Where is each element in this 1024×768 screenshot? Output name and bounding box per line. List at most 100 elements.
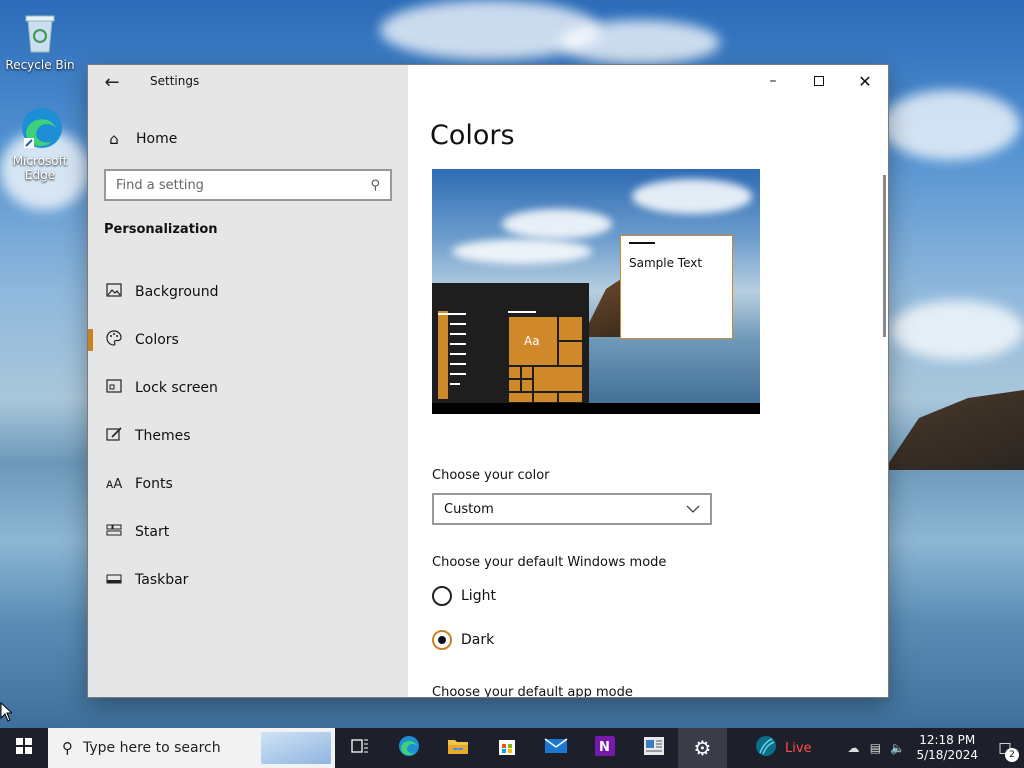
desktop-icon-recycle-bin[interactable]: Recycle Bin <box>2 8 78 72</box>
window-title: Settings <box>150 74 200 88</box>
taskbar-search-placeholder: Type here to search <box>83 740 221 756</box>
taskbar-onenote[interactable]: N <box>580 728 629 768</box>
sidebar-item-label: Fonts <box>135 476 173 492</box>
taskbar: ⚲ Type here to search N ⚙ Live ☁ ▤ 🔈 12:… <box>0 728 1024 768</box>
taskbar-search-box[interactable]: ⚲ Type here to search <box>48 728 335 768</box>
search-placeholder: Find a setting <box>116 177 204 193</box>
preview-tile <box>558 316 583 341</box>
taskbar-mail[interactable] <box>531 728 580 768</box>
taskbar-clock[interactable]: 12:18 PM 5/18/2024 <box>916 733 978 763</box>
sidebar-item-label: Themes <box>135 428 191 444</box>
preview-menu-line <box>450 383 460 385</box>
preview-cloud <box>502 209 612 239</box>
search-highlight-image <box>261 732 331 764</box>
preview-tile <box>508 366 521 379</box>
font-icon: ᴀA <box>105 476 123 492</box>
search-icon: ⚲ <box>62 739 73 757</box>
radio-dark[interactable]: Dark <box>432 630 494 650</box>
edge-icon <box>398 735 420 761</box>
maximize-icon <box>814 76 824 86</box>
sidebar-item-background[interactable]: Background <box>88 268 408 316</box>
home-link[interactable]: ⌂ Home <box>104 127 177 151</box>
edge-icon <box>16 104 64 152</box>
settings-window: ← Settings ⌂ Home Find a setting ⚲ Perso… <box>88 65 888 697</box>
preview-menu-line <box>450 353 466 355</box>
section-title: Personalization <box>104 222 218 237</box>
search-icon: ⚲ <box>370 177 380 193</box>
close-button[interactable]: ✕ <box>842 65 888 97</box>
desktop-icon-label: Recycle Bin <box>5 58 75 72</box>
network-icon[interactable]: ▤ <box>864 741 886 755</box>
page-title: Colors <box>430 120 515 151</box>
preview-tile <box>533 366 583 392</box>
preview-tile <box>521 379 533 392</box>
chevron-down-icon <box>686 502 700 516</box>
settings-icon: ⚙ <box>693 736 712 760</box>
find-setting-input[interactable]: Find a setting ⚲ <box>104 169 392 201</box>
preview-cloud <box>632 179 752 214</box>
file-explorer-icon <box>447 737 469 759</box>
preview-menu-line <box>450 363 466 365</box>
preview-tile <box>508 392 533 403</box>
volume-muted-icon[interactable]: 🔈 <box>886 741 908 755</box>
sidebar-item-themes[interactable]: Themes <box>88 412 408 460</box>
sky-cloud <box>890 300 1024 360</box>
choose-color-dropdown[interactable]: Custom <box>432 493 712 525</box>
preview-menu-line <box>450 373 466 375</box>
sidebar-item-start[interactable]: Start <box>88 508 408 556</box>
sidebar-item-colors[interactable]: Colors <box>88 316 408 364</box>
sidebar-item-label: Taskbar <box>135 572 189 588</box>
settings-main-pane: – ✕ Colors Aa Sample Text Choose your co… <box>408 65 888 697</box>
clock-time: 12:18 PM <box>919 733 976 747</box>
sidebar-item-lock-screen[interactable]: Lock screen <box>88 364 408 412</box>
preview-menu-line <box>508 311 536 313</box>
svg-text:N: N <box>599 740 610 755</box>
notification-count: 2 <box>1005 748 1019 762</box>
sky-cloud <box>880 90 1020 160</box>
preview-cloud <box>452 239 592 264</box>
preview-menu-line <box>438 313 466 315</box>
globe-icon <box>755 735 777 761</box>
radio-light[interactable]: Light <box>432 586 496 606</box>
taskbar-edge[interactable] <box>384 728 433 768</box>
desktop-icon-edge[interactable]: Microsoft Edge <box>2 104 78 182</box>
news-icon <box>643 736 665 760</box>
start-button[interactable] <box>0 728 48 768</box>
live-news-widget[interactable]: Live <box>755 735 812 761</box>
windows-logo-icon <box>16 738 32 758</box>
choose-color-label: Choose your color <box>432 468 550 483</box>
recycle-bin-icon <box>16 8 64 56</box>
task-view-button[interactable] <box>335 728 384 768</box>
maximize-button[interactable] <box>796 65 842 97</box>
onenote-icon: N <box>594 735 616 761</box>
taskbar-store[interactable] <box>482 728 531 768</box>
onedrive-icon[interactable]: ☁ <box>842 741 864 755</box>
task-view-icon <box>350 738 369 758</box>
lock-screen-icon <box>104 379 124 397</box>
minimize-button[interactable]: – <box>750 65 796 97</box>
action-center-button[interactable]: □ 2 <box>990 740 1020 762</box>
preview-menu-line <box>450 323 466 325</box>
brush-icon <box>104 426 124 446</box>
radio-label: Dark <box>461 632 495 648</box>
taskbar-settings[interactable]: ⚙ <box>678 728 727 768</box>
sidebar-item-label: Lock screen <box>135 380 218 396</box>
live-label: Live <box>785 740 812 756</box>
taskbar-file-explorer[interactable] <box>433 728 482 768</box>
desktop-rock <box>884 390 1024 470</box>
system-tray: ☁ ▤ 🔈 12:18 PM 5/18/2024 □ 2 <box>842 733 1024 763</box>
radio-label: Light <box>461 588 496 604</box>
sidebar-item-fonts[interactable]: ᴀA Fonts <box>88 460 408 508</box>
back-button[interactable]: ← <box>100 71 124 95</box>
taskbar-news[interactable] <box>629 728 678 768</box>
sidebar-item-taskbar[interactable]: Taskbar <box>88 556 408 604</box>
preview-tile-text: Aa <box>524 334 540 348</box>
scrollbar[interactable] <box>883 175 886 337</box>
palette-icon <box>104 330 124 350</box>
sky-cloud <box>560 20 720 65</box>
sidebar-item-label: Start <box>135 524 170 540</box>
preview-tile <box>558 341 583 366</box>
taskbar-icon <box>104 572 124 588</box>
preview-taskbar <box>432 403 760 414</box>
personalization-nav: Background Colors Lock screen Themes ᴀA … <box>88 268 408 604</box>
